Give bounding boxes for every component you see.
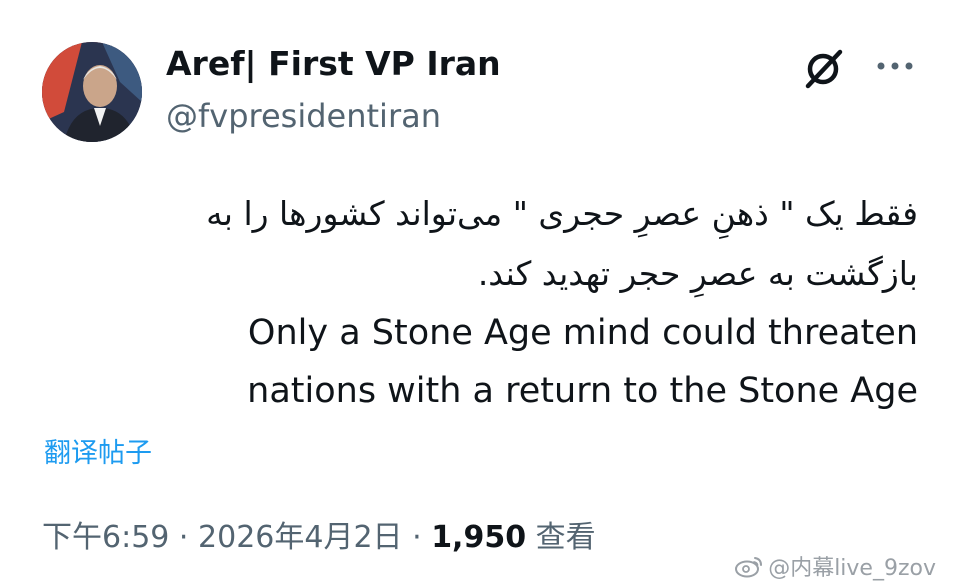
- views-count[interactable]: 1,950: [431, 520, 526, 555]
- post-meta: 下午6:59 · 2026年4月2日 · 1,950 查看: [42, 516, 596, 560]
- author-avatar[interactable]: [42, 42, 142, 142]
- post-text: فقط یک " ذهنِ عصرِ حجری " می‌تواند کشوره…: [150, 184, 918, 420]
- author-handle[interactable]: @fvpresidentiran: [166, 96, 441, 136]
- post-english-line-2: nations with a return to the Stone Age: [247, 371, 918, 411]
- watermark-text: @内幕live_9zov: [768, 556, 936, 581]
- post-persian-line-2: بازگشت به عصرِ حجر تهدید کند.: [477, 254, 918, 293]
- post-time[interactable]: 下午6:59: [42, 520, 169, 555]
- meta-separator: ·: [178, 520, 189, 555]
- tweet-card: Aref| First VP Iran @fvpresidentiran فقط…: [0, 0, 960, 588]
- author-display-name[interactable]: Aref| First VP Iran: [166, 44, 501, 84]
- translate-post-link[interactable]: 翻译帖子: [44, 436, 152, 472]
- more-options-icon[interactable]: [875, 54, 915, 78]
- weibo-logo-icon: [735, 557, 763, 578]
- views-label[interactable]: 查看: [536, 520, 596, 555]
- grok-icon[interactable]: [802, 46, 846, 90]
- meta-separator: ·: [412, 520, 422, 555]
- post-date[interactable]: 2026年4月2日: [198, 520, 403, 555]
- post-persian-line-1: فقط یک " ذهنِ عصرِ حجری " می‌تواند کشوره…: [206, 194, 918, 233]
- watermark: @内幕live_9zov: [734, 550, 936, 582]
- avatar-portrait: [42, 42, 142, 142]
- post-english-line-1: Only a Stone Age mind could threaten: [247, 313, 918, 353]
